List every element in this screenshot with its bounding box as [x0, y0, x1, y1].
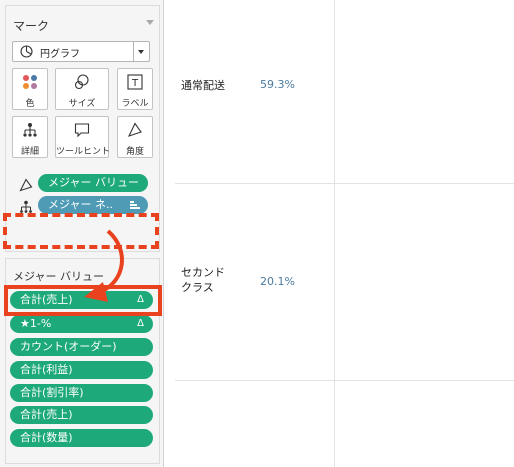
row-header-label: セカンド クラス [181, 266, 225, 294]
row-value: 20.1% [260, 275, 295, 288]
row-value: 59.3% [260, 78, 295, 91]
row-header-label: 通常配送 [181, 79, 225, 92]
view-divider [334, 0, 335, 467]
row-divider [175, 380, 514, 381]
row-divider [175, 183, 514, 184]
drag-arrow-icon [84, 229, 124, 302]
